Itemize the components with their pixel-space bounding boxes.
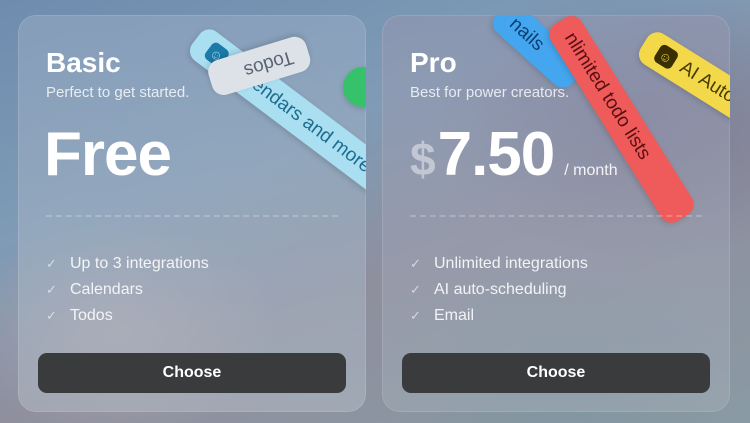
green-app-icon (343, 67, 366, 107)
plan-tagline: Perfect to get started. (46, 84, 190, 101)
choose-pro-button[interactable]: Choose (402, 353, 710, 393)
feature-label: Email (434, 307, 475, 324)
check-icon: ✓ (46, 308, 57, 323)
check-icon: ✓ (46, 256, 57, 271)
emails-pill-label: nails (505, 15, 549, 56)
feature-item: ✓ Unlimited integrations (410, 251, 588, 277)
plan-price: $ 7.50 / month (410, 119, 618, 190)
ai-pill-label: AI Auto (676, 56, 730, 108)
check-icon: ✓ (410, 282, 421, 297)
price-period: / month (564, 162, 618, 179)
ai-app-icon: ☺ (652, 42, 680, 71)
feature-item: ✓ Todos (46, 303, 209, 329)
plan-tagline: Best for power creators. (410, 84, 570, 101)
feature-item: ✓ Up to 3 integrations (46, 251, 209, 277)
basic-plan-card: ☺ Calendars and more Todos Basic Perfect… (18, 15, 366, 412)
price-currency: $ (410, 133, 436, 185)
feature-label: Calendars (70, 281, 143, 298)
divider (46, 215, 338, 217)
divider (410, 215, 702, 217)
feature-item: ✓ Email (410, 303, 588, 329)
check-icon: ✓ (410, 256, 421, 271)
feature-label: Todos (70, 307, 113, 324)
plan-name: Pro (410, 47, 457, 78)
price-amount: 7.50 (437, 120, 556, 189)
feature-label: Up to 3 integrations (70, 255, 209, 272)
choose-basic-button[interactable]: Choose (38, 353, 346, 393)
plan-price: Free (44, 120, 172, 189)
feature-item: ✓ AI auto-scheduling (410, 277, 588, 303)
feature-list: ✓ Up to 3 integrations ✓ Calendars ✓ Todos (46, 251, 209, 329)
check-icon: ✓ (410, 308, 421, 323)
feature-label: Unlimited integrations (434, 255, 588, 272)
feature-list: ✓ Unlimited integrations ✓ AI auto-schedul… (410, 251, 588, 329)
todos-pill-label: Todos (241, 46, 296, 82)
feature-label: AI auto-scheduling (434, 281, 567, 298)
pro-plan-card: nails nlimited todo lists ☺ AI Auto Pro … (382, 15, 730, 412)
plan-name: Basic (46, 47, 121, 78)
feature-item: ✓ Calendars (46, 277, 209, 303)
check-icon: ✓ (46, 282, 57, 297)
